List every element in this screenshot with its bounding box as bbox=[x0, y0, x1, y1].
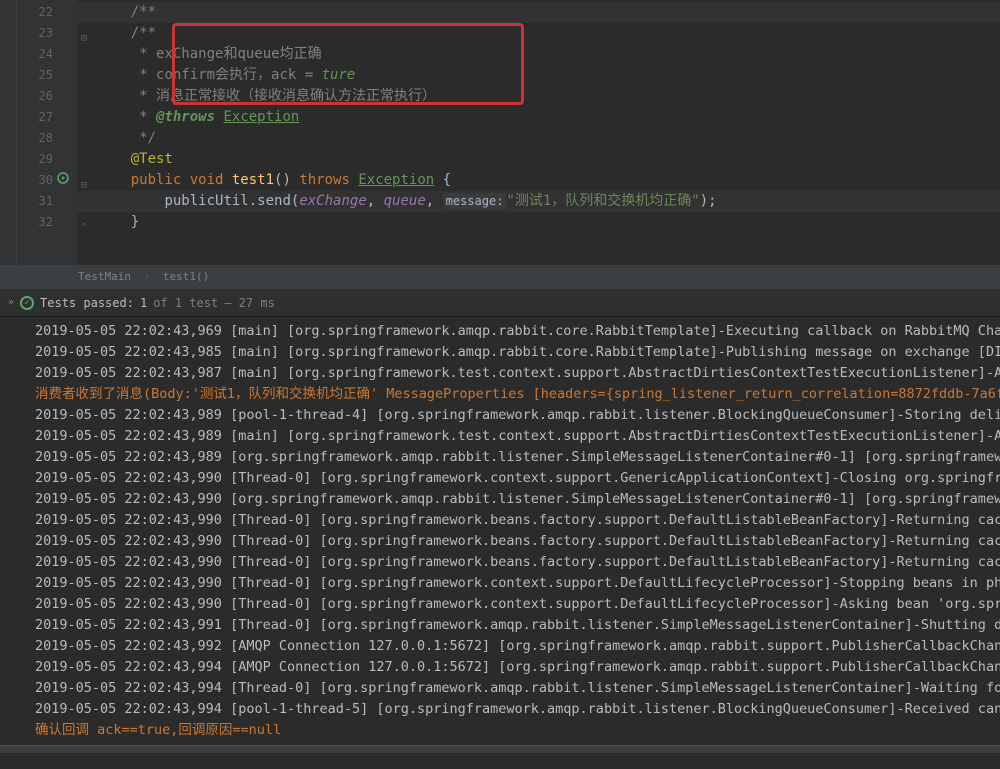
code-line[interactable]: ⊟ public void test1() throws Exception { bbox=[77, 170, 1000, 191]
console-line[interactable]: 2019-05-05 22:02:43,990 [Thread-0] [org.… bbox=[0, 594, 1000, 615]
breadcrumb-class[interactable]: TestMain bbox=[78, 270, 131, 283]
code-line[interactable]: ⊟ /** bbox=[77, 23, 1000, 44]
expand-icon[interactable]: » bbox=[8, 297, 14, 308]
code-line[interactable]: * exChange和queue均正确 bbox=[77, 44, 1000, 65]
console-line[interactable]: 2019-05-05 22:02:43,990 [Thread-0] [org.… bbox=[0, 552, 1000, 573]
console-line[interactable]: 2019-05-05 22:02:43,989 [pool-1-thread-4… bbox=[0, 405, 1000, 426]
line-number[interactable]: 22 bbox=[17, 2, 77, 23]
code-line[interactable]: * confirm会执行，ack = ture bbox=[77, 65, 1000, 86]
console-line[interactable]: 2019-05-05 22:02:43,985 [main] [org.spri… bbox=[0, 342, 1000, 363]
test-pass-icon: ✓ bbox=[20, 296, 34, 310]
code-editor[interactable]: /**⊟ /** * exChange和queue均正确 * confirm会执… bbox=[77, 0, 1000, 265]
fold-icon[interactable]: ⌃ bbox=[79, 217, 89, 227]
console-line[interactable]: 2019-05-05 22:02:43,994 [AMQP Connection… bbox=[0, 657, 1000, 678]
line-number[interactable]: 28 bbox=[17, 128, 77, 149]
line-number[interactable]: 27 bbox=[17, 107, 77, 128]
line-number[interactable]: 25 bbox=[17, 65, 77, 86]
code-line[interactable]: @Test bbox=[77, 149, 1000, 170]
test-duration: – 27 ms bbox=[224, 296, 275, 310]
console-output[interactable]: 2019-05-05 22:02:43,969 [main] [org.spri… bbox=[0, 317, 1000, 745]
code-line[interactable]: ⌃ } bbox=[77, 212, 1000, 233]
line-number[interactable]: 23 bbox=[17, 23, 77, 44]
console-line[interactable]: 2019-05-05 22:02:43,994 [pool-1-thread-5… bbox=[0, 699, 1000, 720]
line-number[interactable]: 29 bbox=[17, 149, 77, 170]
code-line[interactable]: */ bbox=[77, 128, 1000, 149]
line-number[interactable]: 24 bbox=[17, 44, 77, 65]
fold-icon[interactable]: ⊟ bbox=[79, 28, 89, 38]
test-total: of 1 test bbox=[153, 296, 218, 310]
breadcrumb-separator: › bbox=[144, 270, 151, 283]
editor-area[interactable]: 2223242526272829303132 /**⊟ /** * exChan… bbox=[0, 0, 1000, 265]
console-line[interactable]: 消费者收到了消息(Body:'测试1，队列和交换机均正确' MessagePro… bbox=[0, 384, 1000, 405]
line-number[interactable]: 30 bbox=[17, 170, 77, 191]
console-line[interactable]: 2019-05-05 22:02:43,990 [Thread-0] [org.… bbox=[0, 531, 1000, 552]
code-line[interactable]: publicUtil.send(exChange, queue, message… bbox=[77, 191, 1000, 212]
code-line[interactable]: /** bbox=[77, 2, 1000, 23]
console-line[interactable]: 2019-05-05 22:02:43,990 [Thread-0] [org.… bbox=[0, 573, 1000, 594]
code-line[interactable]: * 消息正常接收（接收消息确认方法正常执行） bbox=[77, 86, 1000, 107]
console-line[interactable]: 确认回调 ack==true,回调原因==null bbox=[0, 720, 1000, 741]
console-line[interactable]: 2019-05-05 22:02:43,990 [Thread-0] [org.… bbox=[0, 510, 1000, 531]
code-line[interactable]: * @throws Exception bbox=[77, 107, 1000, 128]
line-number[interactable]: 31 bbox=[17, 191, 77, 212]
bottom-bar bbox=[0, 745, 1000, 753]
console-line[interactable]: 2019-05-05 22:02:43,989 [main] [org.spri… bbox=[0, 426, 1000, 447]
console-line[interactable]: 2019-05-05 22:02:43,990 [org.springframe… bbox=[0, 489, 1000, 510]
console-line[interactable]: 2019-05-05 22:02:43,989 [org.springframe… bbox=[0, 447, 1000, 468]
console-line[interactable]: 2019-05-05 22:02:43,969 [main] [org.spri… bbox=[0, 321, 1000, 342]
console-line[interactable]: 2019-05-05 22:02:43,992 [AMQP Connection… bbox=[0, 636, 1000, 657]
fold-icon[interactable]: ⊟ bbox=[79, 175, 89, 185]
run-gutter-icon[interactable] bbox=[53, 170, 69, 191]
test-passed-count: 1 bbox=[140, 296, 147, 310]
console-line[interactable]: 2019-05-05 22:02:43,994 [Thread-0] [org.… bbox=[0, 678, 1000, 699]
gutter-margin bbox=[0, 0, 17, 265]
console-line[interactable]: 2019-05-05 22:02:43,991 [Thread-0] [org.… bbox=[0, 615, 1000, 636]
line-number[interactable]: 32 bbox=[17, 212, 77, 233]
line-gutter[interactable]: 2223242526272829303132 bbox=[17, 0, 77, 265]
line-number[interactable]: 26 bbox=[17, 86, 77, 107]
console-line[interactable]: 2019-05-05 22:02:43,987 [main] [org.spri… bbox=[0, 363, 1000, 384]
console-line[interactable]: 2019-05-05 22:02:43,990 [Thread-0] [org.… bbox=[0, 468, 1000, 489]
test-status-label: Tests passed: bbox=[40, 296, 134, 310]
breadcrumb[interactable]: TestMain › test1() bbox=[0, 265, 1000, 289]
breadcrumb-method[interactable]: test1() bbox=[163, 270, 209, 283]
test-status-bar[interactable]: » ✓ Tests passed: 1 of 1 test – 27 ms bbox=[0, 289, 1000, 317]
